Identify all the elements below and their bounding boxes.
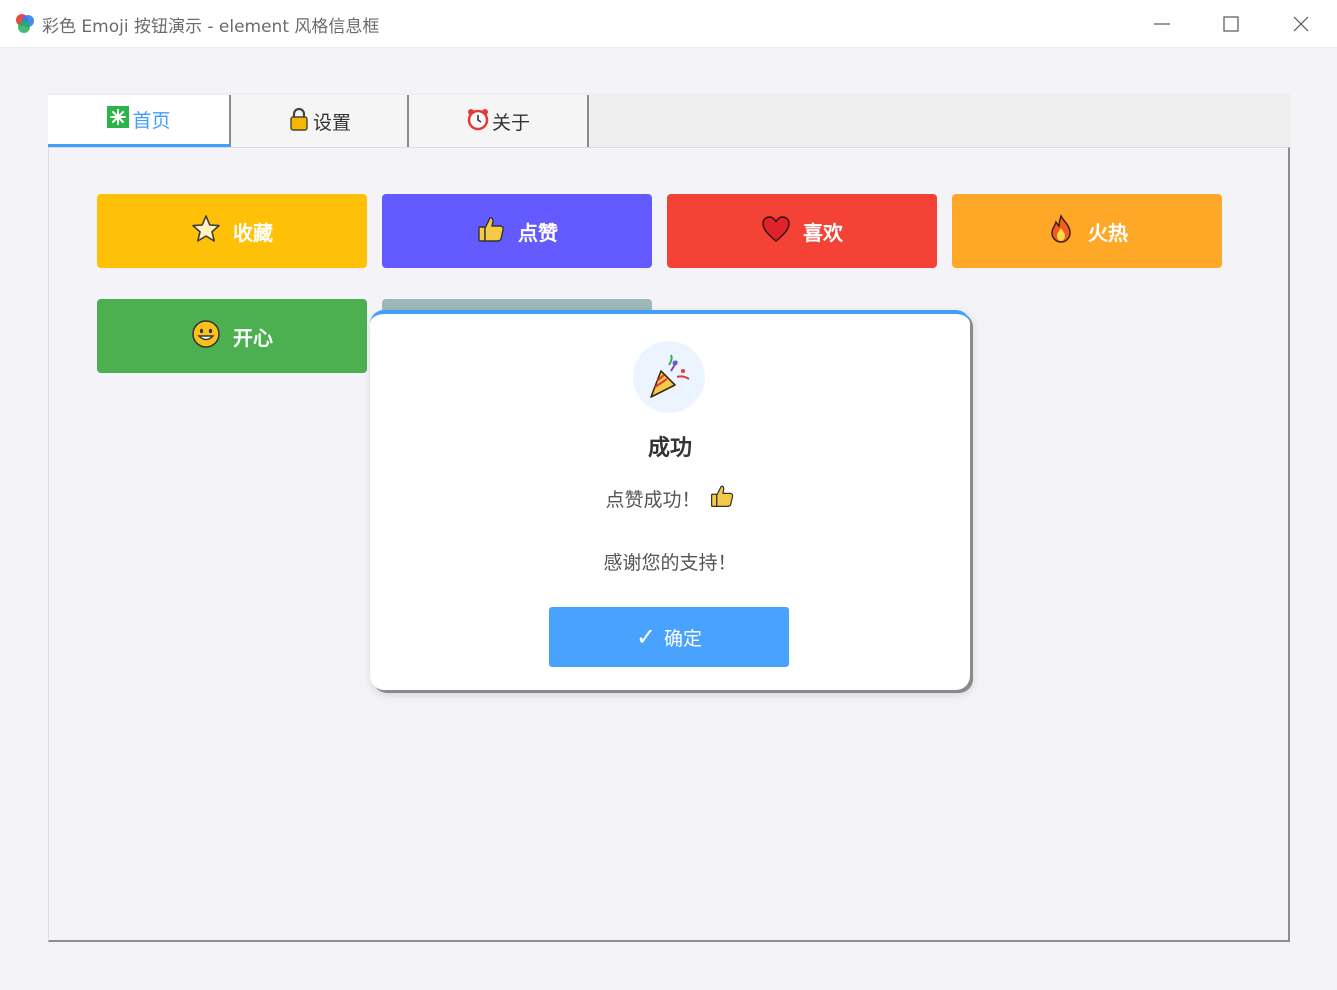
- confirm-label: 确定: [664, 627, 703, 650]
- fire-icon: [1046, 213, 1076, 249]
- tab-about-label: 关于: [491, 111, 530, 134]
- dialog-message-text: 点赞成功！: [605, 489, 701, 511]
- dialog-message-secondary: 感谢您的支持！: [603, 552, 737, 574]
- tab-about[interactable]: 关于: [409, 95, 589, 147]
- title-bar: 彩色 Emoji 按钮演示 - element 风格信息框: [0, 0, 1337, 48]
- love-button[interactable]: 喜欢: [667, 194, 937, 268]
- paint-icon: [14, 12, 36, 34]
- thumbs-up-icon: [476, 214, 506, 249]
- tab-home-label: 首页: [132, 110, 171, 132]
- lock-icon: [287, 107, 311, 136]
- sparkle-icon: [106, 105, 130, 134]
- tab-settings[interactable]: 设置: [231, 95, 409, 147]
- hot-button[interactable]: 火热: [952, 194, 1222, 268]
- hot-label: 火热: [1088, 220, 1128, 245]
- minimize-icon[interactable]: [1148, 10, 1176, 38]
- alarm-clock-icon: [466, 107, 490, 136]
- dialog-title: 成功: [647, 436, 692, 461]
- tab-settings-label: 设置: [312, 111, 351, 134]
- like-button[interactable]: 点赞: [382, 194, 652, 268]
- close-icon[interactable]: [1287, 10, 1315, 38]
- maximize-icon[interactable]: [1217, 10, 1245, 38]
- thumbs-up-icon: [709, 483, 735, 514]
- happy-button[interactable]: 开心: [97, 299, 367, 373]
- window-title: 彩色 Emoji 按钮演示 - element 风格信息框: [42, 17, 380, 37]
- star-icon: [191, 214, 221, 249]
- smile-icon: [191, 319, 221, 354]
- love-label: 喜欢: [803, 220, 843, 245]
- confirm-button[interactable]: ✓ 确定: [549, 607, 789, 667]
- party-popper-icon: [633, 341, 705, 413]
- tab-home[interactable]: 首页: [48, 95, 231, 147]
- heart-icon: [761, 214, 791, 249]
- like-label: 点赞: [518, 220, 558, 245]
- favorite-button[interactable]: 收藏: [97, 194, 367, 268]
- dialog-message: 点赞成功！: [370, 483, 970, 514]
- favorite-label: 收藏: [233, 220, 273, 245]
- check-icon: ✓: [635, 623, 657, 651]
- happy-label: 开心: [233, 325, 273, 350]
